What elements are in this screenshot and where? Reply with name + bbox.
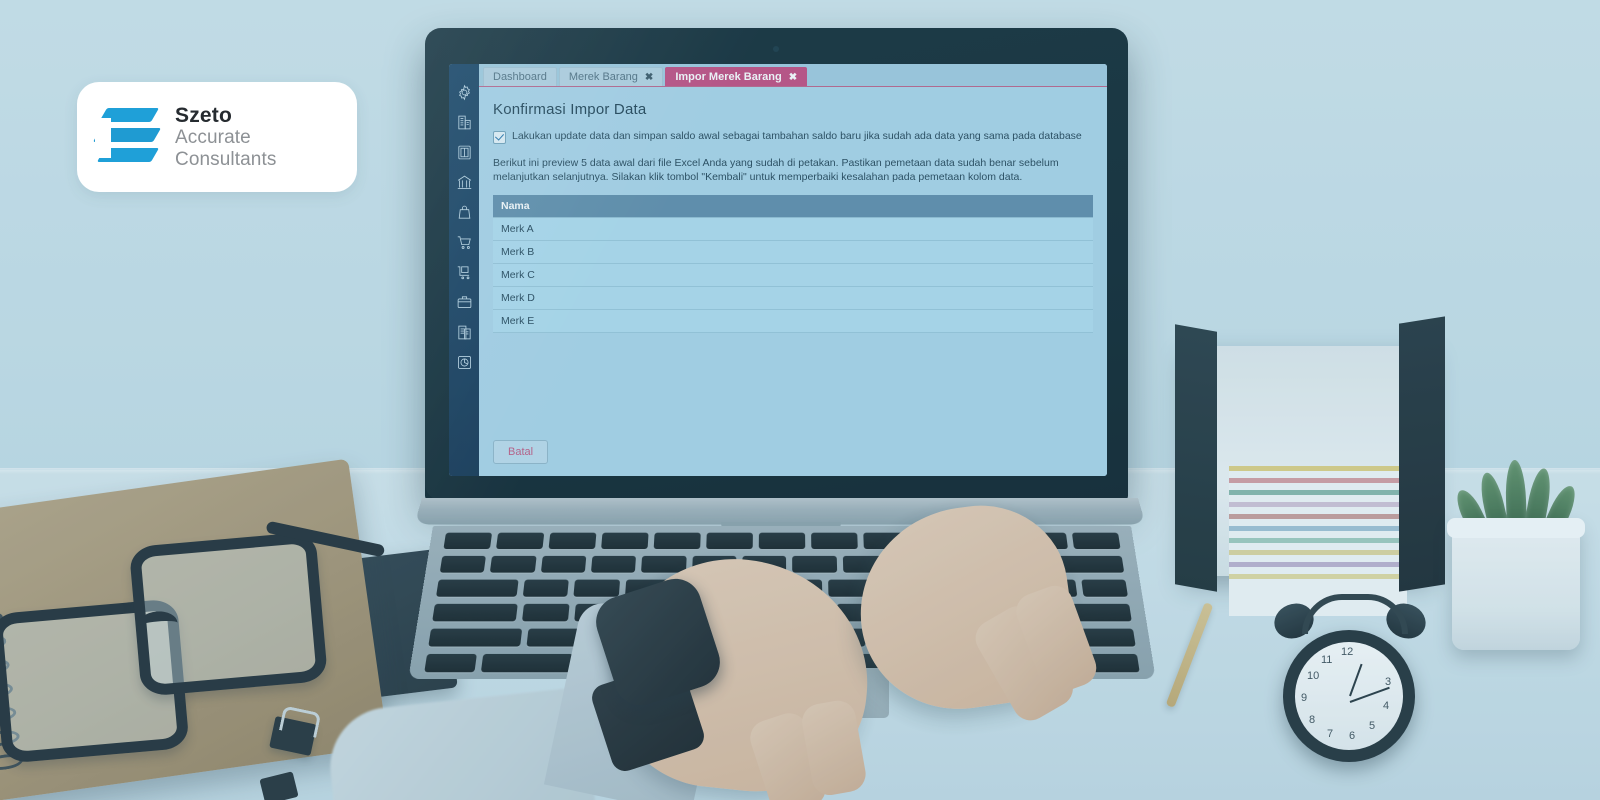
- document-list-icon[interactable]: [454, 322, 474, 342]
- page-title: Konfirmasi Impor Data: [493, 101, 647, 118]
- settings-gear-icon[interactable]: [454, 82, 474, 102]
- bank-icon[interactable]: [454, 172, 474, 192]
- table-header-row: Nama: [493, 195, 1093, 218]
- laptop-base: [414, 498, 1146, 525]
- szeto-logo-mark-icon: [92, 106, 162, 168]
- cell-nama: Merk B: [493, 240, 1093, 264]
- table-row[interactable]: Merk B: [493, 240, 1093, 264]
- paper-tray-right-wall: [1399, 316, 1445, 592]
- tab-impor-merek-barang[interactable]: Impor Merek Barang ✖: [665, 67, 808, 86]
- table-row[interactable]: Merk C: [493, 263, 1093, 287]
- cell-nama: Merk C: [493, 263, 1093, 287]
- tab-label: Dashboard: [493, 71, 547, 83]
- table-body: Merk A Merk B Merk C Merk D Merk E: [493, 217, 1093, 333]
- sales-bag-icon[interactable]: [454, 202, 474, 222]
- book-ledger-icon[interactable]: [454, 142, 474, 162]
- szeto-logo-text: Szeto Accurate Consultants: [175, 104, 335, 170]
- table-row[interactable]: Merk E: [493, 309, 1093, 333]
- update-data-checkbox[interactable]: [493, 131, 506, 144]
- asset-icon[interactable]: [454, 292, 474, 312]
- tab-dashboard[interactable]: Dashboard: [483, 67, 557, 86]
- plant-pot: [1447, 518, 1585, 650]
- laptop-screen: Dashboard Merek Barang ✖ Impor Merek Bar…: [449, 64, 1107, 476]
- close-icon[interactable]: ✖: [789, 72, 797, 83]
- app-main-area: Dashboard Merek Barang ✖ Impor Merek Bar…: [479, 64, 1107, 476]
- paper-tray: [1175, 300, 1445, 616]
- shopping-cart-icon[interactable]: [454, 232, 474, 252]
- cancel-button[interactable]: Batal: [493, 440, 549, 464]
- paper-tray-left-wall: [1175, 324, 1217, 592]
- page-content: Konfirmasi Impor Data Lakukan update dat…: [479, 87, 1107, 430]
- table-head: Nama: [493, 195, 1093, 218]
- company-building-icon[interactable]: [454, 112, 474, 132]
- alarm-clock-face: 12 11 10 9 8 7 6 5 4 3: [1295, 642, 1403, 750]
- table-row[interactable]: Merk D: [493, 286, 1093, 310]
- update-data-checkbox-row[interactable]: Lakukan update data dan simpan saldo awa…: [493, 130, 1093, 144]
- tab-bar: Dashboard Merek Barang ✖ Impor Merek Bar…: [479, 64, 1107, 87]
- brand-name: Szeto: [175, 103, 233, 127]
- report-chart-icon[interactable]: [454, 352, 474, 372]
- import-description-text: Berikut ini preview 5 data awal dari fil…: [493, 157, 1059, 183]
- colored-paper-stack: [1229, 466, 1407, 616]
- close-icon[interactable]: ✖: [645, 72, 653, 83]
- page-footer: Batal: [479, 430, 1107, 476]
- paper-tray-interior: [1183, 346, 1433, 616]
- table-row[interactable]: Merk A: [493, 217, 1093, 241]
- app-sidebar: [449, 64, 479, 476]
- brand-tagline: Accurate Consultants: [175, 127, 277, 170]
- tab-merek-barang[interactable]: Merek Barang ✖: [558, 67, 664, 86]
- cell-nama: Merk D: [493, 286, 1093, 310]
- laptop-lid: Dashboard Merek Barang ✖ Impor Merek Bar…: [425, 28, 1128, 500]
- webcam-icon: [773, 46, 779, 52]
- preview-data-table: Nama Merk A Merk B Merk C Merk D Merk E: [493, 195, 1093, 333]
- desk-scene-photo: 12 11 10 9 8 7 6 5 4 3 Dashboard Merek B…: [0, 0, 1600, 800]
- tab-label: Merek Barang: [568, 71, 638, 83]
- update-data-checkbox-label: Lakukan update data dan simpan saldo awa…: [512, 130, 1082, 142]
- cell-nama: Merk E: [493, 309, 1093, 333]
- tab-label: Impor Merek Barang: [675, 71, 782, 83]
- inventory-cart-icon[interactable]: [454, 262, 474, 282]
- szeto-logo-card: Szeto Accurate Consultants: [77, 82, 357, 192]
- column-header-nama: Nama: [493, 195, 1093, 218]
- accurate-application-window: Dashboard Merek Barang ✖ Impor Merek Bar…: [449, 64, 1107, 476]
- cell-nama: Merk A: [493, 217, 1093, 241]
